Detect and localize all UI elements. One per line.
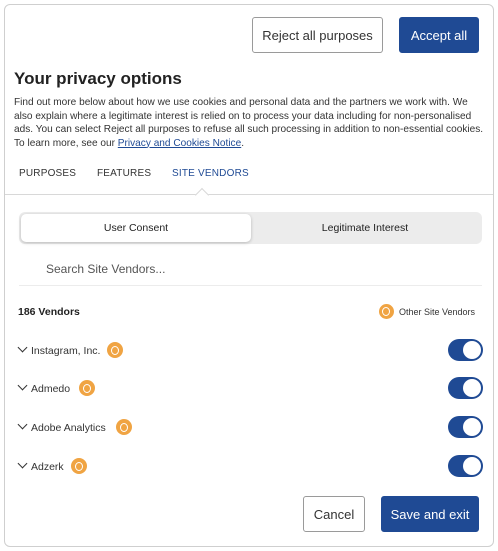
other-vendor-badge-icon bbox=[71, 458, 87, 474]
vendor-name[interactable]: Adobe Analytics bbox=[31, 422, 106, 434]
vendor-name[interactable]: Admedo bbox=[31, 383, 70, 395]
privacy-dialog: Reject all purposes Accept all Your priv… bbox=[4, 4, 494, 547]
save-and-exit-button[interactable]: Save and exit bbox=[381, 496, 479, 532]
legitimate-interest-option[interactable]: Legitimate Interest bbox=[250, 214, 480, 242]
description-body: Find out more below about how we use coo… bbox=[14, 97, 484, 149]
chevron-down-icon[interactable] bbox=[17, 380, 28, 391]
tab-bar: PURPOSES FEATURES SITE VENDORS bbox=[5, 161, 493, 195]
description-text: Find out more below about how we use coo… bbox=[14, 96, 486, 150]
tab-features[interactable]: FEATURES bbox=[97, 168, 151, 179]
other-vendor-badge-icon bbox=[107, 342, 123, 358]
vendor-consent-toggle[interactable] bbox=[448, 377, 483, 399]
tab-site-vendors[interactable]: SITE VENDORS bbox=[172, 168, 249, 179]
chevron-down-icon[interactable] bbox=[17, 458, 28, 469]
vendor-consent-toggle[interactable] bbox=[448, 416, 483, 438]
other-vendor-badge-icon bbox=[79, 380, 95, 396]
vendor-row: Adzerk bbox=[5, 455, 493, 479]
other-vendor-badge-icon bbox=[378, 304, 394, 319]
cancel-button[interactable]: Cancel bbox=[303, 496, 365, 532]
dialog-title: Your privacy options bbox=[14, 69, 182, 88]
other-vendor-badge-icon bbox=[116, 419, 132, 435]
vendor-search-input[interactable] bbox=[19, 252, 482, 286]
tab-purposes[interactable]: PURPOSES bbox=[19, 168, 76, 179]
vendor-row: Adobe Analytics bbox=[5, 416, 493, 440]
vendor-count: 186 Vendors bbox=[18, 306, 80, 318]
description-suffix: . bbox=[241, 137, 245, 149]
vendor-name[interactable]: Instagram, Inc. bbox=[31, 345, 100, 357]
legend: Other Site Vendors bbox=[378, 304, 475, 319]
vendor-consent-toggle[interactable] bbox=[448, 455, 483, 477]
vendor-row: Admedo bbox=[5, 377, 493, 401]
privacy-notice-link[interactable]: Privacy and Cookies Notice bbox=[118, 138, 241, 149]
legend-label: Other Site Vendors bbox=[398, 306, 475, 317]
reject-all-purposes-button[interactable]: Reject all purposes bbox=[252, 17, 383, 53]
vendor-row: Instagram, Inc. bbox=[5, 339, 493, 363]
accept-all-button[interactable]: Accept all bbox=[399, 17, 479, 53]
vendor-consent-toggle[interactable] bbox=[448, 339, 483, 361]
vendor-name[interactable]: Adzerk bbox=[31, 461, 64, 473]
user-consent-option[interactable]: User Consent bbox=[21, 214, 251, 242]
chevron-down-icon[interactable] bbox=[17, 342, 28, 353]
chevron-down-icon[interactable] bbox=[17, 419, 28, 430]
consent-type-switch: User Consent Legitimate Interest bbox=[19, 212, 482, 244]
